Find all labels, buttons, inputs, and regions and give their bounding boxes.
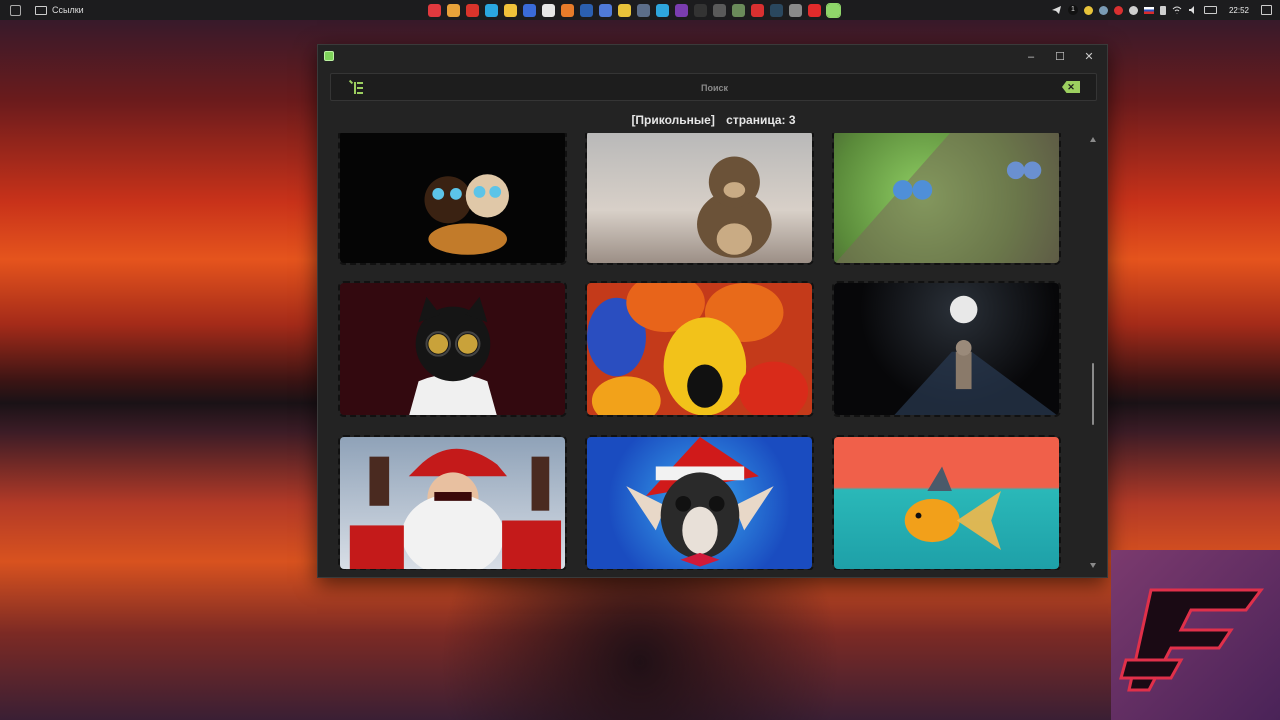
notification-icon[interactable] (1261, 5, 1272, 15)
wallpaper-card[interactable] (832, 281, 1061, 417)
wifi-icon[interactable] (1172, 5, 1182, 15)
globe-icon[interactable] (599, 3, 612, 17)
battery-icon[interactable] (1159, 5, 1166, 15)
logo-icon (1119, 588, 1264, 692)
titlebar[interactable]: – ☐ ✕ (318, 45, 1107, 69)
steam-tray-icon[interactable] (1098, 5, 1108, 15)
wallpaper-card[interactable] (585, 281, 814, 417)
teams-blue-icon[interactable] (523, 3, 536, 17)
minimize-button[interactable]: – (1017, 48, 1045, 66)
files-icon[interactable] (504, 3, 517, 17)
wallpaper-card[interactable] (585, 133, 814, 265)
volume-icon[interactable] (1188, 5, 1198, 15)
links-label: Ссылки (52, 5, 84, 15)
wallpaper-card[interactable] (832, 435, 1061, 570)
wallpaper-card[interactable] (338, 133, 567, 265)
redicon-icon[interactable] (466, 3, 479, 17)
category-label: [Прикольные] (631, 113, 715, 127)
record-icon[interactable] (751, 3, 764, 17)
scroll-down-arrow-icon[interactable] (1090, 563, 1096, 568)
search-bar: ✕ (330, 73, 1097, 101)
purple-icon[interactable] (675, 3, 688, 17)
vertical-scrollbar[interactable] (1089, 135, 1099, 570)
steam-icon[interactable] (770, 3, 783, 17)
telegram-icon[interactable] (656, 3, 669, 17)
tile-white-icon[interactable] (542, 3, 555, 17)
tray-yellow-icon[interactable] (1083, 5, 1093, 15)
game-icon[interactable] (732, 3, 745, 17)
wallpaper-grid (328, 133, 1088, 570)
teddy-bear-image (697, 156, 772, 258)
record-tray-icon[interactable] (1113, 5, 1123, 15)
torch-icon[interactable] (561, 3, 574, 17)
channel-logo (1111, 550, 1280, 720)
calc-icon[interactable] (637, 3, 650, 17)
page-number-label: страница: 3 (726, 113, 796, 127)
terminal-icon[interactable] (694, 3, 707, 17)
word-icon[interactable] (580, 3, 593, 17)
app-icon (324, 51, 334, 61)
search-input[interactable] (391, 78, 1038, 98)
clear-search-button[interactable]: ✕ (1062, 81, 1080, 93)
close-button[interactable]: ✕ (1075, 48, 1103, 66)
cartoon-pets-image (424, 174, 509, 255)
skype-icon[interactable] (485, 3, 498, 17)
goldfish-shark-fin-image (904, 466, 1002, 550)
keyboard-icon[interactable] (1203, 6, 1217, 14)
rock-santa-image (349, 448, 562, 569)
wallpaper-card[interactable] (585, 435, 814, 570)
menu-icon[interactable] (348, 79, 363, 94)
taskbar: Ссылки 1 22:52 (0, 0, 1280, 20)
wallpaper-card[interactable] (338, 281, 567, 417)
language-flag-icon[interactable] (1143, 6, 1154, 14)
wallpaper-card[interactable] (338, 435, 567, 570)
yellow-a-icon[interactable] (618, 3, 631, 17)
folder-yellow-icon[interactable] (447, 3, 460, 17)
tray-gray-icon[interactable] (1128, 5, 1138, 15)
dragonflies-image (835, 133, 1059, 263)
d-red-icon[interactable] (808, 3, 821, 17)
tray-badge[interactable]: 1 (1067, 5, 1078, 15)
telegram-tray-icon[interactable] (1051, 5, 1062, 15)
chihuahua-santa-image (626, 437, 774, 567)
this-app-icon[interactable] (826, 2, 841, 18)
links-toolbar[interactable]: Ссылки (35, 5, 84, 15)
taskbar-left: Ссылки (0, 4, 420, 16)
system-tray: 1 22:52 (1051, 0, 1272, 20)
screen-icon[interactable] (713, 3, 726, 17)
page-heading: [Прикольные] страница: 3 (318, 113, 1109, 127)
girl-night-road-image (894, 295, 1057, 415)
wallpaper-card[interactable] (832, 133, 1061, 265)
clock[interactable]: 22:52 (1229, 6, 1249, 15)
links-folder-icon (35, 5, 47, 15)
task-view-icon[interactable] (10, 4, 21, 16)
app-window: – ☐ ✕ ✕ [Прикольные] страница: 3 (317, 44, 1108, 578)
copy-icon[interactable] (789, 3, 802, 17)
maximize-button[interactable]: ☐ (1046, 48, 1074, 66)
vivaldi-icon[interactable] (428, 3, 441, 17)
black-cat-glasses-image (409, 296, 497, 415)
easter-eggs-image (587, 283, 809, 415)
taskbar-apps (428, 2, 841, 18)
scrollbar-thumb[interactable] (1092, 363, 1094, 425)
scroll-up-arrow-icon[interactable] (1090, 137, 1096, 142)
